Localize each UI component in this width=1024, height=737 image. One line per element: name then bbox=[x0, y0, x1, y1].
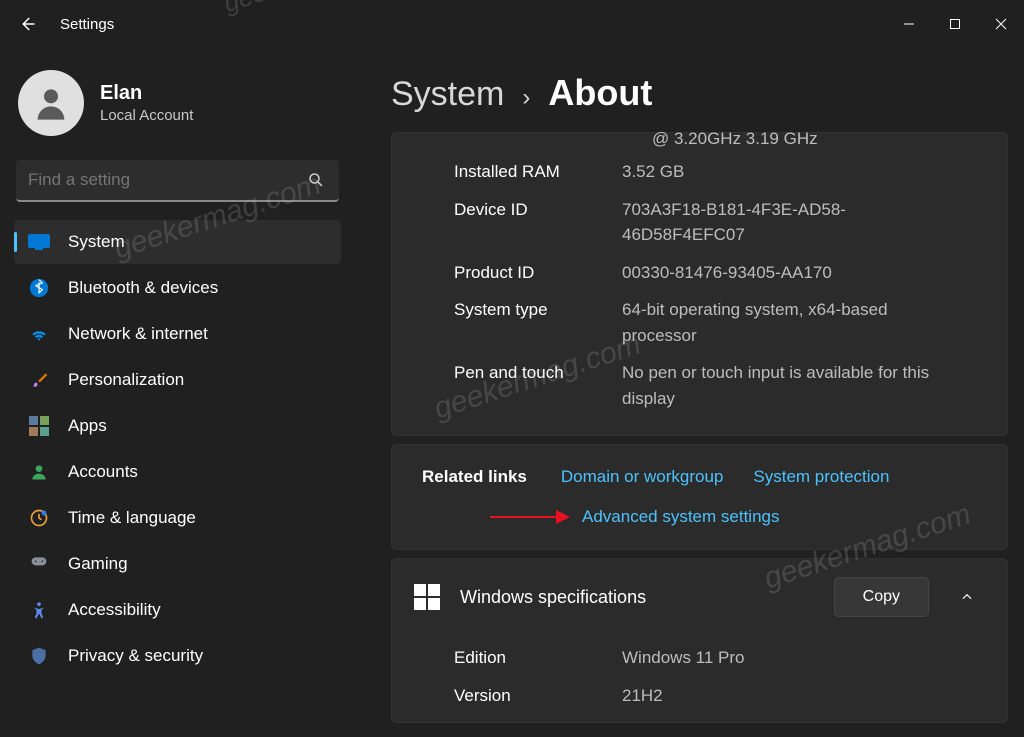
wifi-icon bbox=[28, 323, 50, 345]
gaming-icon bbox=[28, 553, 50, 575]
maximize-button[interactable] bbox=[932, 4, 978, 44]
close-button[interactable] bbox=[978, 4, 1024, 44]
sidebar-item-privacy[interactable]: Privacy & security bbox=[14, 634, 341, 678]
title-bar: Settings bbox=[0, 0, 1024, 48]
breadcrumb: System › About bbox=[391, 72, 1008, 114]
spec-label: Edition bbox=[454, 645, 622, 671]
sidebar-item-label: Network & internet bbox=[68, 324, 208, 344]
sidebar-item-gaming[interactable]: Gaming bbox=[14, 542, 341, 586]
sidebar-item-label: Gaming bbox=[68, 554, 128, 574]
clock-icon bbox=[28, 507, 50, 529]
chevron-up-icon[interactable] bbox=[949, 590, 985, 604]
avatar bbox=[18, 70, 84, 136]
sidebar-item-bluetooth[interactable]: Bluetooth & devices bbox=[14, 266, 341, 310]
page-title: About bbox=[548, 72, 652, 114]
sidebar-item-accounts[interactable]: Accounts bbox=[14, 450, 341, 494]
link-domain-workgroup[interactable]: Domain or workgroup bbox=[561, 467, 724, 487]
spec-label: System type bbox=[454, 297, 622, 348]
user-name: Elan bbox=[100, 82, 193, 105]
nav-list: System Bluetooth & devices Network & int… bbox=[14, 220, 341, 678]
search-icon bbox=[305, 169, 327, 191]
spec-row: Version 21H2 bbox=[392, 677, 1007, 715]
bluetooth-icon bbox=[28, 277, 50, 299]
spec-row: Pen and touch No pen or touch input is a… bbox=[392, 354, 1007, 417]
search-box[interactable] bbox=[16, 160, 339, 202]
accessibility-icon bbox=[28, 599, 50, 621]
window-title: Settings bbox=[60, 16, 114, 33]
sidebar-item-network[interactable]: Network & internet bbox=[14, 312, 341, 356]
related-links-heading: Related links bbox=[422, 467, 527, 487]
spec-value-processor-partial: @ 3.20GHz 3.19 GHz bbox=[392, 129, 1007, 149]
spec-label: Device ID bbox=[454, 197, 622, 248]
sidebar-item-label: Time & language bbox=[68, 508, 196, 528]
sidebar-item-label: Bluetooth & devices bbox=[68, 278, 218, 298]
windows-specs-card[interactable]: Windows specifications Copy Edition Wind… bbox=[391, 558, 1008, 723]
windows-specs-heading: Windows specifications bbox=[460, 587, 814, 608]
related-links-card: Related links Domain or workgroup System… bbox=[391, 444, 1008, 550]
spec-value: 703A3F18-B181-4F3E-AD58-46D58F4EFC07 bbox=[622, 197, 952, 248]
sidebar-item-time[interactable]: Time & language bbox=[14, 496, 341, 540]
user-block[interactable]: Elan Local Account bbox=[14, 64, 341, 156]
spec-label: Product ID bbox=[454, 260, 622, 286]
spec-label: Installed RAM bbox=[454, 159, 622, 185]
spec-label: Version bbox=[454, 683, 622, 709]
spec-row: Installed RAM 3.52 GB bbox=[392, 153, 1007, 191]
link-system-protection[interactable]: System protection bbox=[753, 467, 889, 487]
spec-value: Windows 11 Pro bbox=[622, 645, 745, 671]
sidebar-item-label: Apps bbox=[68, 416, 107, 436]
link-advanced-system-settings[interactable]: Advanced system settings bbox=[582, 507, 779, 527]
spec-row: Edition Windows 11 Pro bbox=[392, 639, 1007, 677]
sidebar-item-label: Privacy & security bbox=[68, 646, 203, 666]
spec-value: 3.52 GB bbox=[622, 159, 684, 185]
device-specs-card: @ 3.20GHz 3.19 GHz Installed RAM 3.52 GB… bbox=[391, 132, 1008, 436]
annotation-arrow bbox=[490, 516, 568, 518]
system-icon bbox=[28, 231, 50, 253]
main-content: System › About @ 3.20GHz 3.19 GHz Instal… bbox=[355, 48, 1024, 737]
sidebar-item-label: Personalization bbox=[68, 370, 184, 390]
sidebar-item-accessibility[interactable]: Accessibility bbox=[14, 588, 341, 632]
sidebar-item-label: System bbox=[68, 232, 125, 252]
spec-row: Product ID 00330-81476-93405-AA170 bbox=[392, 254, 1007, 292]
windows-logo-icon bbox=[414, 584, 440, 610]
sidebar-item-apps[interactable]: Apps bbox=[14, 404, 341, 448]
search-input[interactable] bbox=[28, 170, 305, 190]
spec-value: 00330-81476-93405-AA170 bbox=[622, 260, 832, 286]
spec-value: 64-bit operating system, x64-based proce… bbox=[622, 297, 952, 348]
sidebar-item-label: Accessibility bbox=[68, 600, 161, 620]
spec-row: Device ID 703A3F18-B181-4F3E-AD58-46D58F… bbox=[392, 191, 1007, 254]
chevron-right-icon: › bbox=[522, 84, 530, 112]
shield-icon bbox=[28, 645, 50, 667]
spec-value: No pen or touch input is available for t… bbox=[622, 360, 952, 411]
spec-label: Pen and touch bbox=[454, 360, 622, 411]
window-controls bbox=[886, 4, 1024, 44]
apps-icon bbox=[28, 415, 50, 437]
copy-button[interactable]: Copy bbox=[834, 577, 929, 617]
accounts-icon bbox=[28, 461, 50, 483]
breadcrumb-parent[interactable]: System bbox=[391, 75, 504, 114]
sidebar: Elan Local Account System Bluetooth & bbox=[0, 48, 355, 737]
back-button[interactable] bbox=[18, 15, 36, 33]
sidebar-item-system[interactable]: System bbox=[14, 220, 341, 264]
minimize-button[interactable] bbox=[886, 4, 932, 44]
brush-icon bbox=[28, 369, 50, 391]
spec-value: 21H2 bbox=[622, 683, 663, 709]
spec-row: System type 64-bit operating system, x64… bbox=[392, 291, 1007, 354]
sidebar-item-personalization[interactable]: Personalization bbox=[14, 358, 341, 402]
user-subtitle: Local Account bbox=[100, 107, 193, 124]
sidebar-item-label: Accounts bbox=[68, 462, 138, 482]
